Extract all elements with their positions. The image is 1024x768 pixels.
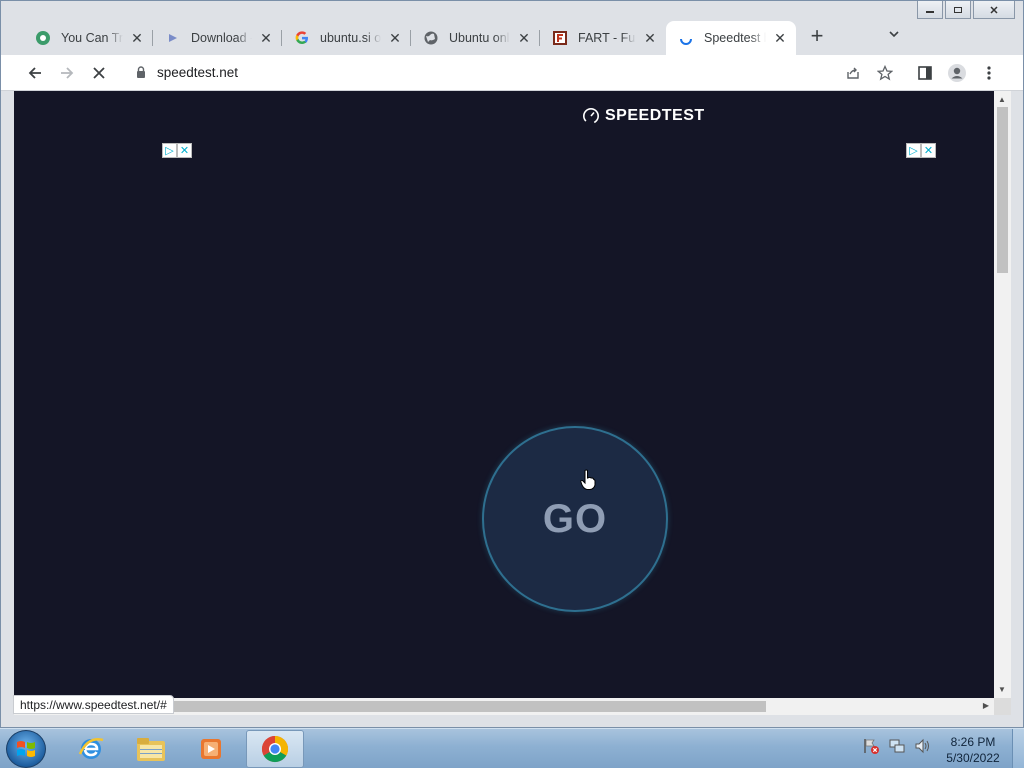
clock-date: 5/30/2022 [946, 751, 1000, 765]
scroll-down-icon[interactable]: ▼ [998, 685, 1006, 694]
restore-icon [954, 6, 962, 13]
windows-logo-icon [17, 741, 35, 757]
close-icon [990, 5, 998, 14]
stop-loading-button[interactable] [87, 61, 111, 85]
tab-speedtest[interactable]: Speedtest b ✕ [666, 21, 796, 55]
taskbar-chrome[interactable] [246, 730, 304, 768]
taskbar-media-player[interactable] [182, 730, 240, 768]
lock-icon [135, 65, 147, 84]
tab-close-icon[interactable]: ✕ [772, 30, 788, 47]
speedometer-icon [583, 108, 599, 124]
window-controls [917, 1, 1015, 19]
close-icon [93, 67, 105, 79]
tab-title: ubuntu.si or [320, 31, 381, 45]
tab-close-icon[interactable]: ✕ [387, 30, 403, 47]
tab-title: You Can Try [61, 31, 123, 45]
share-icon [847, 67, 859, 79]
page-viewport: SPEEDTEST ▷ ✕ ▷ ✕ GO [14, 91, 994, 698]
side-panel-icon [918, 66, 932, 80]
link-status-bubble: https://www.speedtest.net/# [13, 695, 174, 714]
vertical-scrollbar[interactable]: ▲ ▼ [994, 91, 1011, 698]
horizontal-scroll-thumb[interactable] [174, 701, 766, 712]
back-arrow-icon [28, 67, 41, 79]
vertical-scroll-thumb[interactable] [997, 107, 1008, 273]
tab-close-icon[interactable]: ✕ [258, 30, 274, 47]
minimize-icon [926, 10, 934, 13]
fart-icon [552, 30, 568, 46]
kebab-menu-icon [987, 66, 991, 80]
tab-download[interactable]: Download - ✕ [153, 21, 282, 55]
star-icon [877, 65, 893, 81]
bookmark-button[interactable] [873, 61, 897, 85]
tab-close-icon[interactable]: ✕ [129, 30, 145, 47]
chevron-down-icon [889, 31, 899, 38]
adchoices-icon: ▷ [162, 143, 177, 158]
chrome-icon [261, 735, 289, 763]
adchoices-icon: ▷ [906, 143, 921, 158]
taskbar-file-explorer[interactable] [122, 730, 180, 768]
scroll-right-icon[interactable]: ▶ [983, 701, 989, 710]
speedtest-logo[interactable]: SPEEDTEST [582, 107, 705, 125]
hand-cursor-icon [580, 469, 596, 490]
browser-toolbar: speedtest.net [1, 55, 1023, 91]
tab-title: Ubuntu onli [449, 31, 510, 45]
show-desktop-button[interactable] [1012, 729, 1024, 768]
system-tray [862, 737, 932, 755]
tab-fart[interactable]: FART - Funn ✕ [540, 21, 666, 55]
green-gear-icon [35, 30, 51, 46]
logo-text: SPEEDTEST [605, 107, 705, 124]
profile-button[interactable] [945, 61, 969, 85]
new-tab-button[interactable]: + [805, 25, 829, 49]
tab-strip: You Can Try ✕ Download - ✕ ubuntu.si or … [1, 1, 1023, 55]
scrollbar-corner [994, 698, 1011, 715]
adchoices-badge-right[interactable]: ▷ ✕ [906, 143, 936, 158]
browser-window: You Can Try ✕ Download - ✕ ubuntu.si or … [0, 0, 1024, 728]
start-button[interactable] [6, 730, 46, 768]
ad-close-icon[interactable]: ✕ [177, 143, 192, 158]
side-panel-button[interactable] [913, 61, 937, 85]
go-button[interactable]: GO [482, 426, 668, 612]
media-player-icon [201, 739, 221, 759]
avatar-icon [948, 64, 966, 82]
tab-search-button[interactable] [885, 27, 903, 45]
tab-close-icon[interactable]: ✕ [642, 30, 658, 47]
tab-ubuntu-si[interactable]: ubuntu.si or ✕ [282, 21, 411, 55]
back-button[interactable] [23, 61, 47, 85]
network-icon[interactable] [888, 737, 906, 755]
folder-icon [137, 738, 165, 761]
google-icon [294, 30, 310, 46]
ad-close-icon[interactable]: ✕ [921, 143, 936, 158]
share-button[interactable] [841, 61, 865, 85]
windows-taskbar: 8:26 PM 5/30/2022 [0, 728, 1024, 768]
forward-button[interactable] [55, 61, 79, 85]
tab-title: Download - [191, 31, 252, 45]
scroll-up-icon[interactable]: ▲ [998, 95, 1006, 104]
taskbar-clock[interactable]: 8:26 PM 5/30/2022 [938, 734, 1008, 766]
clock-time: 8:26 PM [950, 735, 996, 749]
tab-title: FART - Funn [578, 31, 636, 45]
internet-explorer-icon [78, 738, 104, 759]
arrow-icon [165, 30, 181, 46]
close-window-button[interactable] [973, 1, 1015, 19]
tab-you-can-try[interactable]: You Can Try ✕ [23, 21, 153, 55]
minimize-button[interactable] [917, 1, 943, 19]
adchoices-badge-left[interactable]: ▷ ✕ [162, 143, 192, 158]
taskbar-internet-explorer[interactable] [62, 730, 120, 768]
tab-close-icon[interactable]: ✕ [516, 30, 532, 47]
tab-ubuntu-online[interactable]: Ubuntu onli ✕ [411, 21, 540, 55]
action-center-flag-icon[interactable] [862, 737, 880, 755]
maximize-button[interactable] [945, 1, 971, 19]
loading-spinner-icon [678, 30, 694, 46]
menu-button[interactable] [977, 61, 1001, 85]
volume-icon[interactable] [914, 737, 932, 755]
tab-title: Speedtest b [704, 31, 766, 45]
url-text: speedtest.net [157, 65, 239, 80]
forward-arrow-icon [61, 67, 74, 79]
globe-icon [423, 30, 439, 46]
